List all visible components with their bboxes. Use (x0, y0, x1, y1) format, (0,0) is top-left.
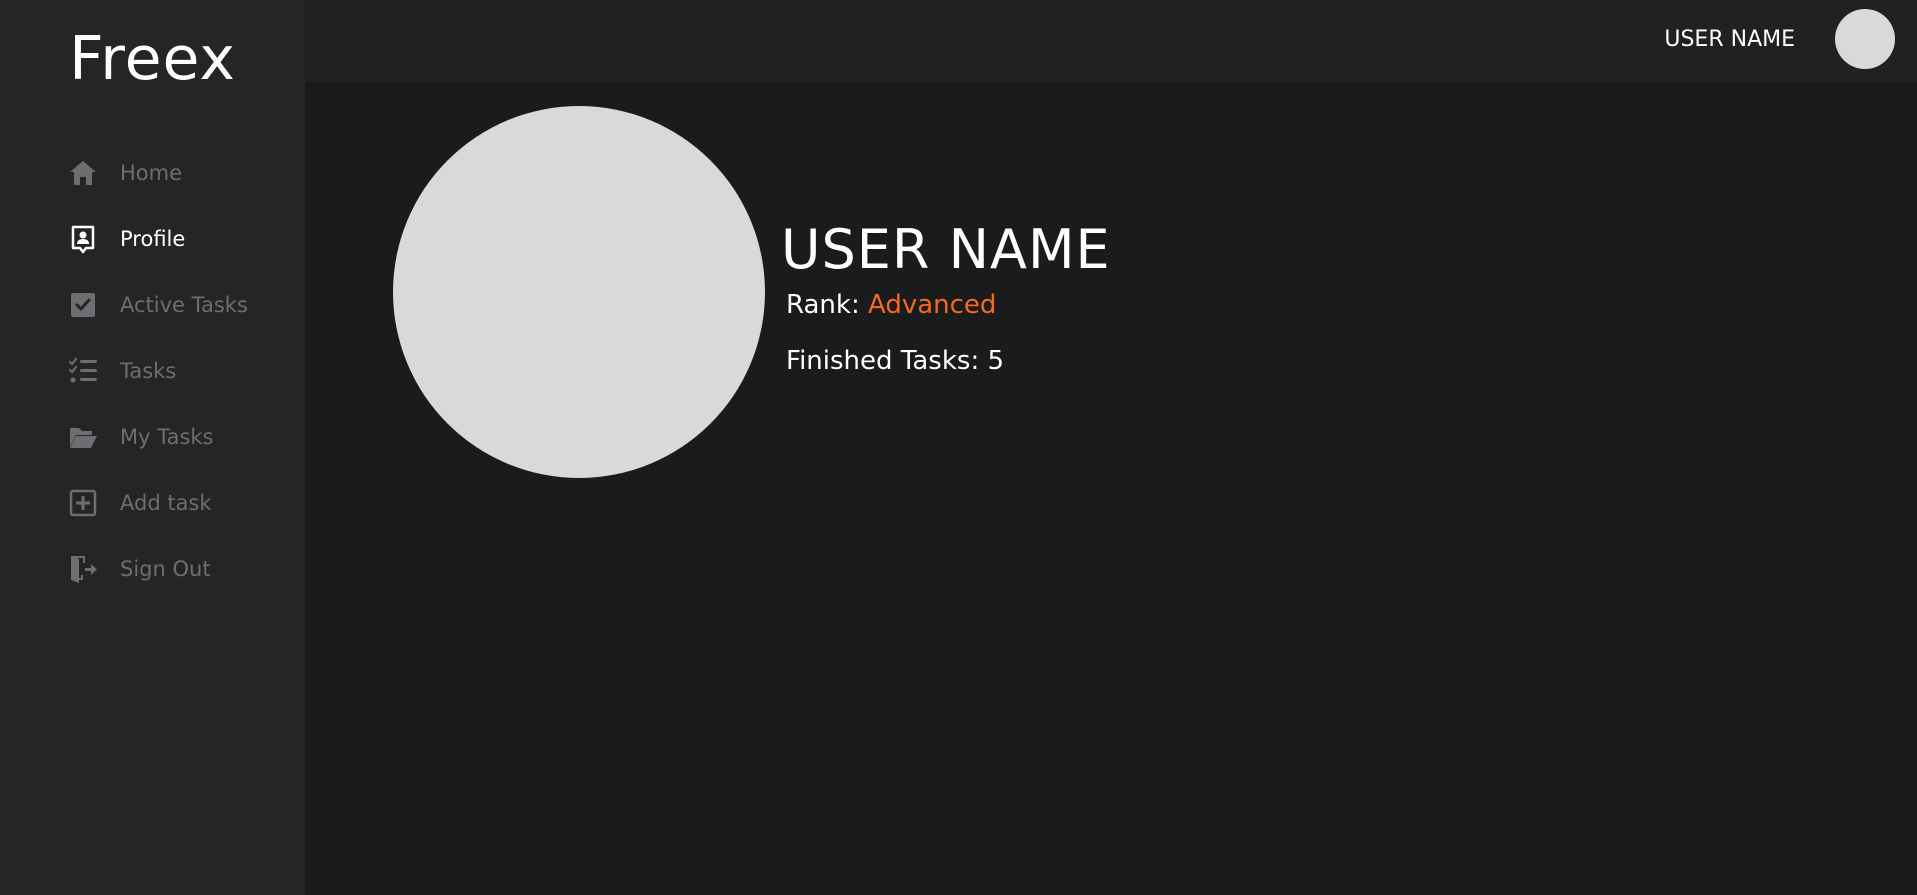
sidebar-item-label: Profile (120, 227, 186, 251)
header-username[interactable]: USER NAME (1664, 27, 1795, 52)
profile-name: USER NAME (781, 218, 1111, 281)
finished-tasks-label: Finished Tasks: (786, 346, 988, 376)
task-list-icon (66, 354, 100, 388)
sidebar-item-label: Active Tasks (120, 293, 248, 317)
folder-open-icon (66, 420, 100, 454)
home-icon (66, 156, 100, 190)
profile-finished-tasks: Finished Tasks: 5 (786, 346, 1004, 376)
plus-square-icon (66, 486, 100, 520)
sidebar-item-label: Tasks (120, 359, 177, 383)
sidebar-item-sign-out[interactable]: Sign Out (0, 536, 305, 602)
sidebar-nav: Home Profile Active Tasks Tasks My Tasks… (0, 140, 305, 602)
sidebar-item-label: My Tasks (120, 425, 214, 449)
sidebar: Freex Home Profile Active Tasks Tasks My… (0, 0, 305, 895)
sidebar-item-tasks[interactable]: Tasks (0, 338, 305, 404)
sign-out-icon (66, 552, 100, 586)
sidebar-item-label: Add task (120, 491, 212, 515)
profile-icon (66, 222, 100, 256)
sidebar-item-profile[interactable]: Profile (0, 206, 305, 272)
checkbox-icon (66, 288, 100, 322)
sidebar-item-label: Home (120, 161, 183, 185)
rank-label: Rank: (786, 290, 868, 320)
sidebar-item-my-tasks[interactable]: My Tasks (0, 404, 305, 470)
top-bar: USER NAME (305, 0, 1917, 82)
app-logo[interactable]: Freex (0, 24, 305, 94)
sidebar-item-active-tasks[interactable]: Active Tasks (0, 272, 305, 338)
sidebar-item-home[interactable]: Home (0, 140, 305, 206)
rank-value: Advanced (868, 290, 997, 320)
finished-tasks-count: 5 (987, 346, 1005, 376)
header-avatar[interactable] (1835, 9, 1895, 69)
sidebar-item-label: Sign Out (120, 557, 211, 581)
profile-rank: Rank: Advanced (786, 290, 996, 320)
sidebar-item-add-task[interactable]: Add task (0, 470, 305, 536)
profile-avatar (393, 106, 765, 478)
